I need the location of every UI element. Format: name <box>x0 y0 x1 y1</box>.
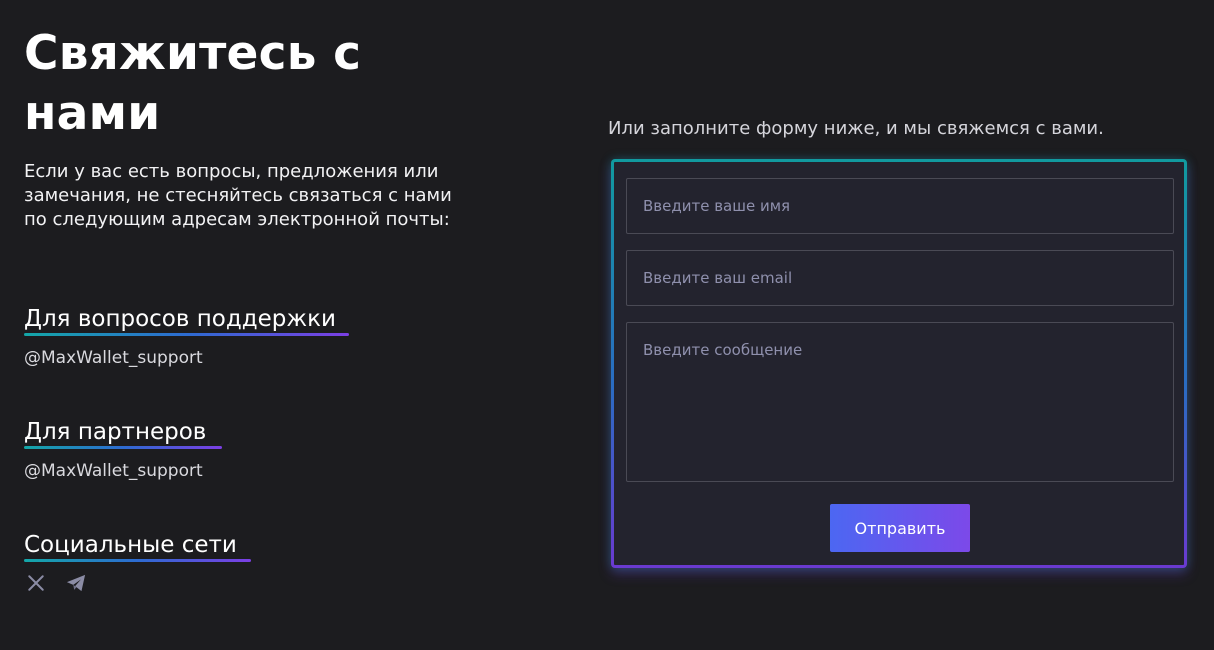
telegram-icon[interactable] <box>64 571 88 595</box>
social-links <box>24 571 88 595</box>
name-input[interactable] <box>626 178 1174 234</box>
partners-handle: @MaxWallet_support <box>24 461 203 481</box>
submit-button[interactable]: Отправить <box>830 504 970 552</box>
support-handle: @MaxWallet_support <box>24 348 203 368</box>
intro-text: Если у вас есть вопросы, предложения или… <box>24 161 452 230</box>
form-caption: Или заполните форму ниже, и мы свяжемся … <box>608 118 1104 139</box>
partners-heading: Для партнеров <box>24 419 207 445</box>
message-textarea[interactable] <box>626 322 1174 482</box>
x-icon[interactable] <box>24 571 48 595</box>
social-heading-underline <box>24 559 251 562</box>
contact-form: Отправить <box>611 159 1187 568</box>
social-heading: Социальные сети <box>24 532 237 558</box>
page-title: Свяжитесь с нами <box>24 26 362 141</box>
support-heading: Для вопросов поддержки <box>24 306 336 332</box>
support-heading-underline <box>24 333 349 336</box>
partners-heading-underline <box>24 446 222 449</box>
email-input[interactable] <box>626 250 1174 306</box>
